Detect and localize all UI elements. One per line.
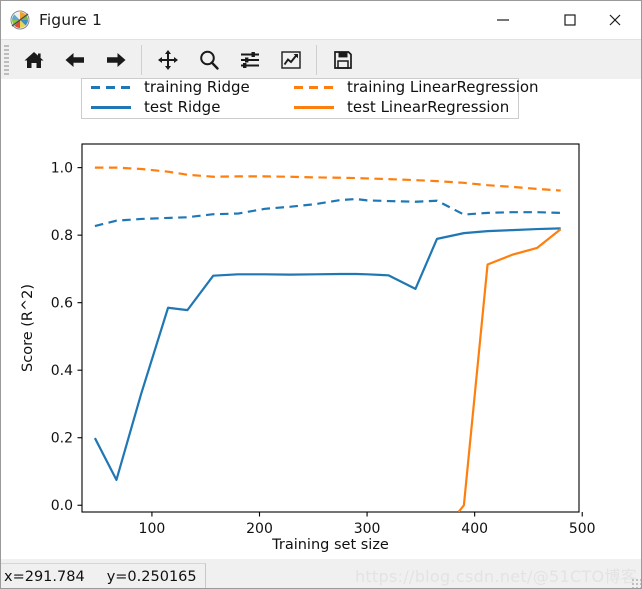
- save-floppy-icon: [333, 50, 352, 69]
- y-tick-label: 1.0: [51, 161, 73, 177]
- matplotlib-logo-icon: [10, 10, 30, 30]
- resize-grip[interactable]: [631, 578, 641, 588]
- legend-entry-training-ridge: training Ridge: [91, 77, 250, 97]
- x-coordinate-readout: x=291.784: [4, 568, 85, 585]
- maximize-icon: [564, 14, 576, 26]
- x-axis-label: Training set size: [271, 537, 389, 553]
- zoom-magnifier-icon: [199, 50, 219, 70]
- toolbar-separator: [141, 44, 142, 75]
- home-button[interactable]: [13, 43, 54, 77]
- legend-label: training LinearRegression: [347, 78, 539, 96]
- y-tick-label: 0.4: [51, 363, 73, 379]
- y-tick-label: 0.8: [51, 228, 73, 244]
- legend-swatch-solid-blue-icon: [91, 105, 131, 109]
- forward-arrow-icon: [106, 52, 125, 67]
- window-titlebar: Figure 1: [1, 1, 641, 40]
- minimize-icon: [497, 19, 509, 21]
- x-tick-label: 100: [139, 521, 166, 537]
- edit-axis-curve-chart-icon: [280, 50, 301, 69]
- close-icon: [609, 14, 621, 26]
- home-icon: [24, 51, 43, 68]
- back-button[interactable]: [54, 43, 95, 77]
- toolbar-drag-grip[interactable]: [4, 44, 9, 75]
- close-button[interactable]: [592, 1, 638, 39]
- x-tick-label: 500: [569, 521, 596, 537]
- watermark-text: https://blog.csdn.net/@51CTO博客: [354, 567, 637, 586]
- zoom-button[interactable]: [188, 43, 229, 77]
- legend-label: test Ridge: [144, 98, 221, 116]
- toolbar-separator: [316, 44, 317, 75]
- forward-button[interactable]: [95, 43, 136, 77]
- back-arrow-icon: [65, 52, 84, 67]
- y-tick-label: 0.2: [51, 431, 73, 447]
- x-tick-label: 200: [246, 521, 273, 537]
- save-button[interactable]: [322, 43, 363, 77]
- legend-swatch-solid-orange-icon: [294, 105, 334, 109]
- legend-entry-training-linearregression: training LinearRegression: [294, 77, 539, 97]
- minimize-button[interactable]: [480, 1, 526, 39]
- y-tick-label: 0.6: [51, 296, 73, 312]
- configure-subplots-sliders-icon: [240, 51, 259, 68]
- canvas-background: [1, 79, 641, 559]
- pan-move-icon: [157, 49, 178, 70]
- figure-window: Figure 1 100 200 300 400 500 0.0 0.2 0.4…: [0, 0, 642, 589]
- legend-entry-test-linearregression: test LinearRegression: [294, 97, 509, 117]
- legend-swatch-dashed-orange-icon: [294, 85, 334, 89]
- pan-button[interactable]: [147, 43, 188, 77]
- legend-swatch-dashed-blue-icon: [91, 85, 131, 89]
- configure-subplots-button[interactable]: [229, 43, 270, 77]
- x-tick-label: 300: [354, 521, 381, 537]
- x-tick-label: 400: [461, 521, 488, 537]
- y-tick-label: 0.0: [51, 498, 73, 514]
- maximize-button[interactable]: [547, 1, 593, 39]
- coordinate-readout: x=291.784 y=0.250165: [1, 563, 206, 588]
- legend-label: test LinearRegression: [347, 98, 510, 116]
- legend-entry-test-ridge: test Ridge: [91, 97, 220, 117]
- figure-canvas[interactable]: 100 200 300 400 500 0.0 0.2 0.4 0.6 0.8 1.0 Train…: [1, 77, 642, 559]
- legend-label: training Ridge: [144, 78, 250, 96]
- y-coordinate-readout: y=0.250165: [106, 568, 197, 585]
- y-axis-label: Score (R^2): [20, 284, 36, 372]
- window-title: Figure 1: [39, 11, 102, 29]
- edit-parameters-button[interactable]: [270, 43, 311, 77]
- plot-area[interactable]: 100 200 300 400 500 0.0 0.2 0.4 0.6 0.8 1.0 Train…: [1, 79, 642, 559]
- navigation-toolbar: [1, 40, 641, 79]
- status-bar: x=291.784 y=0.250165 https://blog.csdn.n…: [1, 559, 641, 588]
- chart-legend: training Ridge training LinearRegression…: [81, 77, 539, 119]
